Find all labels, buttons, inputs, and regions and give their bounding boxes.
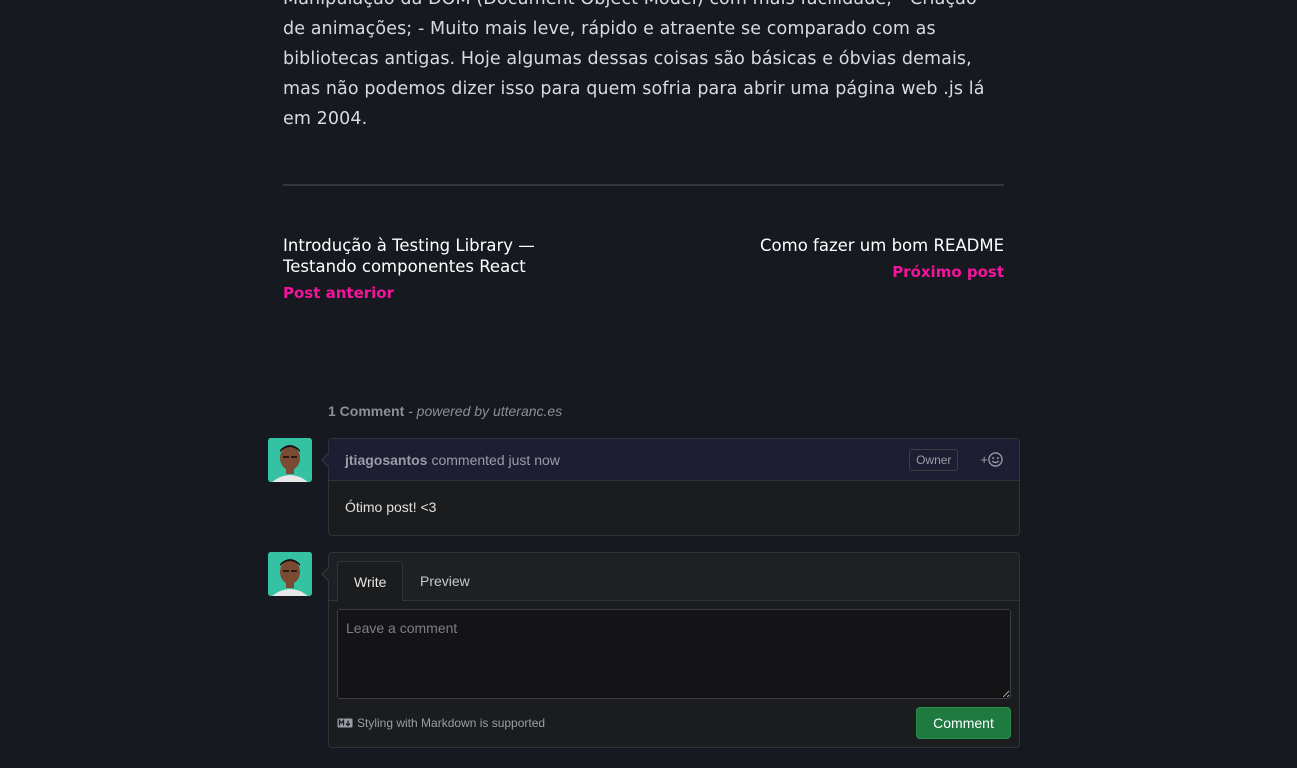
tab-write[interactable]: Write: [337, 561, 404, 602]
comment-author[interactable]: jtiagosantos: [345, 452, 427, 468]
editor-tabs: Write Preview: [329, 553, 1019, 602]
smiley-icon: [988, 452, 1003, 467]
comment-card: jtiagosantos commented just now Owner + …: [321, 438, 1020, 536]
current-user-avatar[interactable]: [268, 552, 312, 596]
article-paragraph: Manipulação da DOM (Document Object Mode…: [283, 0, 985, 129]
comment-count[interactable]: 1 Comment: [328, 403, 404, 419]
powered-by: - powered by utteranc.es: [404, 403, 563, 419]
markdown-note: Styling with Markdown is supported: [357, 716, 546, 730]
previous-post-link[interactable]: Introdução à Testing Library — Testando …: [283, 235, 563, 302]
comment-header: jtiagosantos commented just now Owner +: [329, 439, 1019, 481]
new-comment-form: Write Preview Styling with Markdown is s…: [321, 552, 1020, 748]
next-post-link[interactable]: Como fazer um bom README Próximo post: [684, 235, 1004, 281]
previous-post-title[interactable]: Introdução à Testing Library — Testando …: [283, 235, 563, 277]
avatar-image: [268, 552, 312, 596]
reaction-plus: +: [980, 452, 988, 467]
tab-preview[interactable]: Preview: [404, 561, 486, 602]
next-post-label[interactable]: Próximo post: [684, 263, 1004, 281]
comment-action: commented: [431, 451, 505, 468]
markdown-help-link[interactable]: Styling with Markdown is supported: [337, 716, 545, 730]
avatar-image: [268, 438, 312, 482]
add-reaction-button[interactable]: +: [980, 452, 1003, 467]
comment-count-header: 1 Comment - powered by utteranc.es: [328, 403, 562, 419]
owner-badge: Owner: [909, 448, 959, 471]
comment-body: Ótimo post! <3: [345, 499, 437, 515]
divider: [283, 184, 1004, 186]
comment-time[interactable]: just now: [509, 452, 560, 468]
comment-input[interactable]: [337, 609, 1011, 699]
avatar[interactable]: [268, 438, 312, 482]
submit-comment-button[interactable]: Comment: [916, 707, 1011, 739]
previous-post-label[interactable]: Post anterior: [283, 284, 563, 302]
markdown-icon: [337, 718, 353, 728]
next-post-title[interactable]: Como fazer um bom README: [684, 235, 1004, 256]
page: Manipulação da DOM (Document Object Mode…: [0, 0, 1297, 768]
article-body: Manipulação da DOM (Document Object Mode…: [283, 0, 993, 134]
